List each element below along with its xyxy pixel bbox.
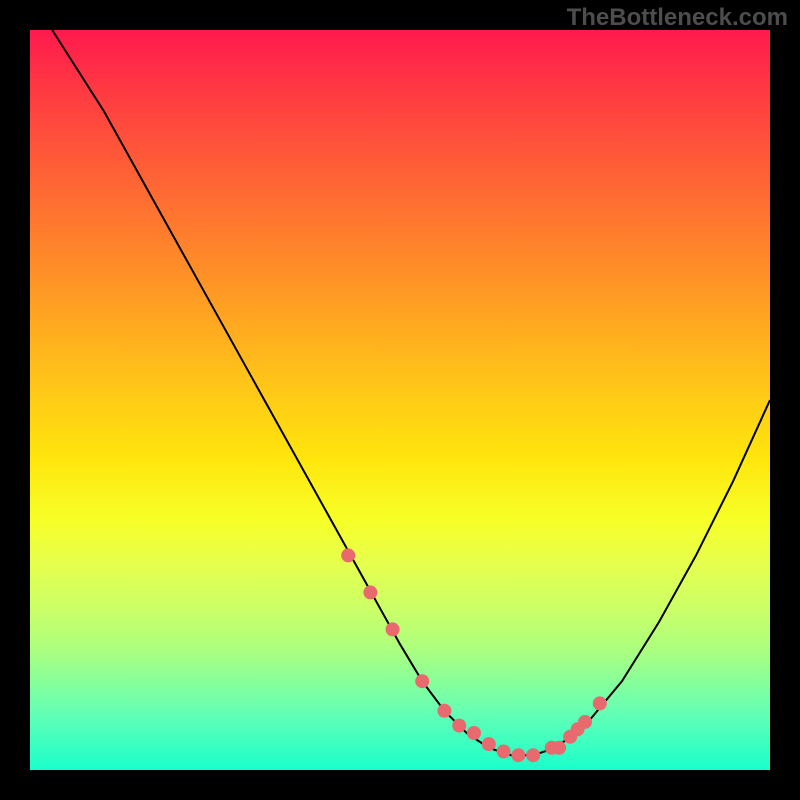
marker-dots bbox=[341, 548, 607, 762]
marker-dot bbox=[593, 696, 607, 710]
marker-dot bbox=[552, 741, 566, 755]
watermark-text: TheBottleneck.com bbox=[567, 4, 788, 32]
marker-dot bbox=[415, 674, 429, 688]
marker-dot bbox=[511, 748, 525, 762]
marker-dot bbox=[526, 748, 540, 762]
marker-dot bbox=[452, 719, 466, 733]
curve-line bbox=[52, 30, 770, 755]
marker-dot bbox=[341, 548, 355, 562]
chart-svg bbox=[30, 30, 770, 770]
marker-dot bbox=[482, 737, 496, 751]
marker-dot bbox=[437, 704, 451, 718]
marker-dot bbox=[497, 745, 511, 759]
marker-dot bbox=[363, 585, 377, 599]
marker-dot bbox=[467, 726, 481, 740]
marker-dot bbox=[386, 622, 400, 636]
marker-dot bbox=[578, 715, 592, 729]
